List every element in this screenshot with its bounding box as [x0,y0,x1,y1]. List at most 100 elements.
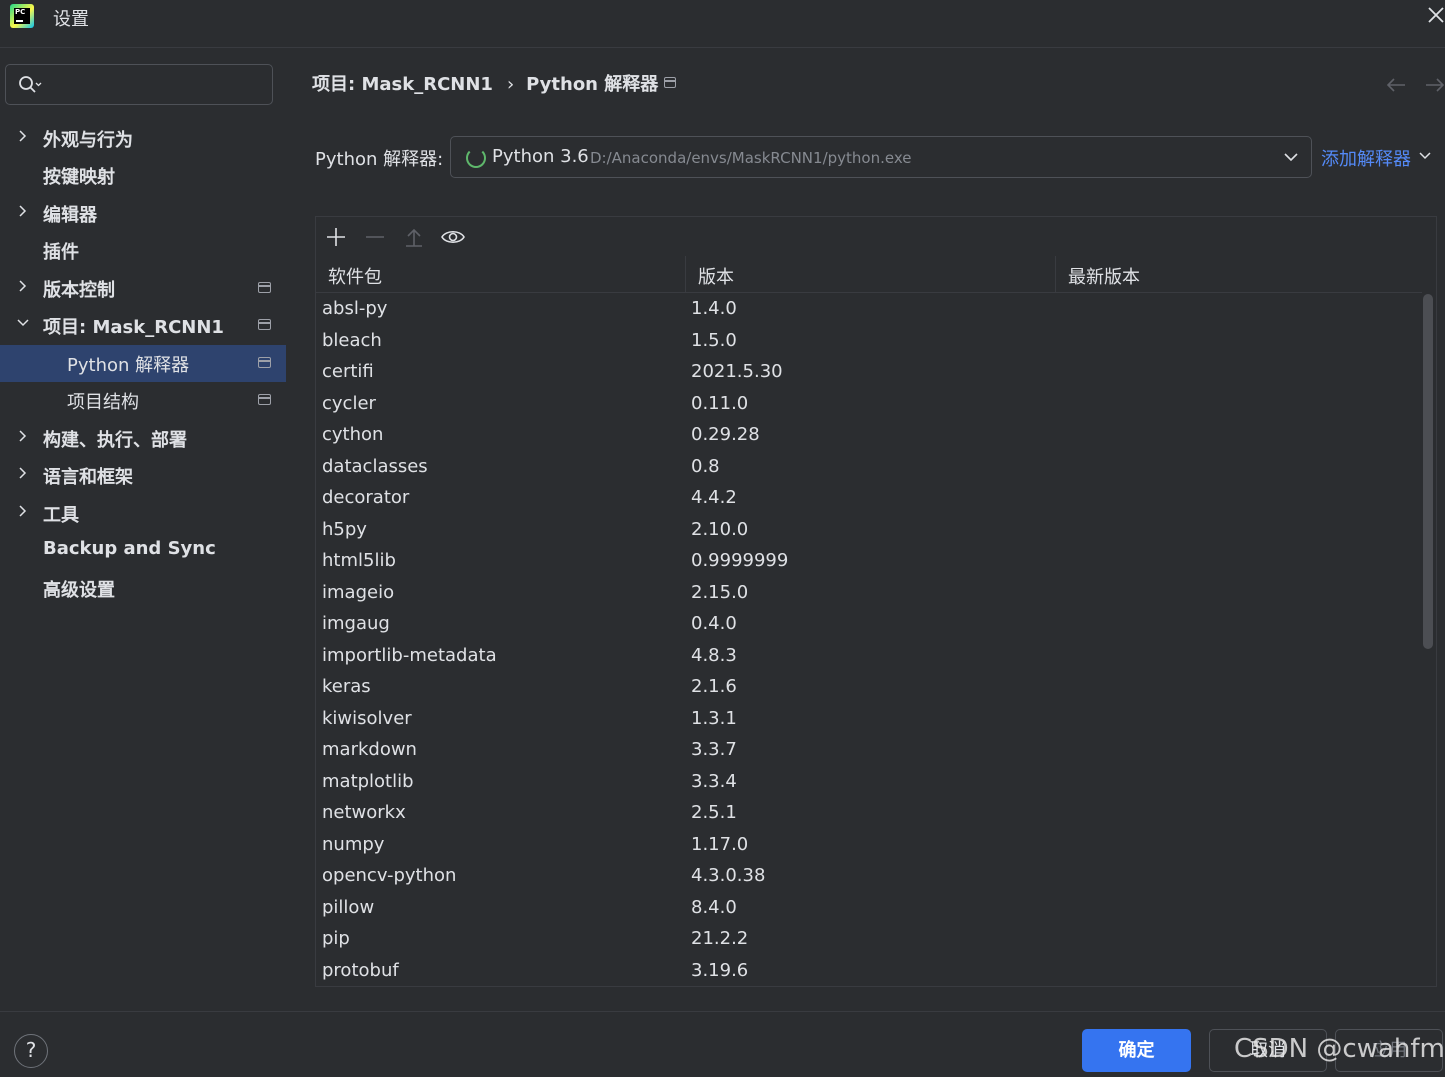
sidebar-item-version-control[interactable]: 版本控制 [0,270,286,307]
package-name-cell: pillow [322,896,375,918]
sidebar-item-project[interactable]: 项目: Mask_RCNN1 [0,307,286,344]
chevron-right-icon[interactable] [16,278,30,294]
sidebar-item-keymap[interactable]: 按键映射 [0,157,286,194]
upgrade-package-icon[interactable] [402,225,426,249]
add-interpreter-link[interactable]: 添加解释器 [1321,145,1411,171]
table-row[interactable]: kiwisolver 1.3.1 [316,704,1420,736]
footer-divider [0,1011,1445,1012]
column-header-latest-version[interactable]: 最新版本 [1056,256,1422,293]
sidebar-item-label: 按键映射 [43,167,115,188]
package-name-cell: keras [322,676,371,697]
table-row[interactable]: h5py 2.10.0 [316,515,1420,547]
forward-arrow-icon[interactable] [1424,74,1445,96]
table-row[interactable]: certifi 2021.5.30 [316,357,1420,389]
package-name-cell: cython [322,424,384,445]
sidebar-item-project-structure[interactable]: 项目结构 [0,382,286,419]
sidebar-item-label: Python 解释器 [67,355,190,376]
package-name-cell: html5lib [322,550,396,571]
package-version-cell: 0.29.28 [691,424,760,445]
sidebar-item-build-execution-deployment[interactable]: 构建、执行、部署 [0,420,286,457]
table-row[interactable]: pillow 8.4.0 [316,893,1420,925]
interpreter-select[interactable]: Python 3.6 D:/Anaconda/envs/MaskRCNN1/py… [450,136,1312,178]
table-row[interactable]: dataclasses 0.8 [316,452,1420,484]
project-scope-icon [258,282,271,293]
sidebar-item-editor[interactable]: 编辑器 [0,195,286,232]
remove-package-icon[interactable] [363,225,387,249]
chevron-right-icon[interactable] [16,128,30,144]
sidebar-item-tools[interactable]: 工具 [0,495,286,532]
table-row[interactable]: markdown 3.3.7 [316,735,1420,767]
close-icon[interactable] [1427,4,1445,28]
packages-panel: 软件包 版本 最新版本 absl-py 1.4.0 bleach 1.5.0 certi… [315,216,1437,987]
package-version-cell: 1.5.0 [691,329,737,351]
column-header-version[interactable]: 版本 [686,256,1056,293]
chevron-down-icon[interactable] [16,315,30,331]
package-name-cell: networkx [322,802,406,823]
sidebar-item-backup-and-sync[interactable]: Backup and Sync [0,532,286,569]
package-name-cell: matplotlib [322,770,414,792]
table-row[interactable]: keras 2.1.6 [316,672,1420,704]
package-name-cell: importlib-metadata [322,644,497,666]
package-version-cell: 21.2.2 [691,928,749,949]
table-row[interactable]: matplotlib 3.3.4 [316,767,1420,799]
sidebar-item-label: 项目: Mask_RCNN1 [43,317,224,338]
package-version-cell: 3.3.4 [691,770,737,792]
table-scrollbar[interactable] [1423,294,1433,649]
sidebar-item-label: 编辑器 [43,205,97,226]
package-version-cell: 1.4.0 [691,298,737,319]
package-version-cell: 0.4.0 [691,613,737,634]
table-row[interactable]: networkx 2.5.1 [316,798,1420,830]
chevron-right-icon[interactable] [16,428,30,444]
settings-search-input[interactable] [5,64,273,105]
search-icon [19,76,42,93]
project-scope-icon [664,77,676,88]
table-row[interactable]: importlib-metadata 4.8.3 [316,641,1420,673]
table-row[interactable]: cython 0.29.28 [316,420,1420,452]
sidebar-item-label: 外观与行为 [43,130,133,151]
package-name-cell: bleach [322,329,382,351]
package-version-cell: 1.17.0 [691,833,749,855]
sidebar-item-appearance[interactable]: 外观与行为 [0,120,286,157]
table-row[interactable]: protobuf 3.19.6 [316,956,1420,987]
sidebar-item-label: 项目结构 [67,392,139,413]
sidebar-item-python-interpreter[interactable]: Python 解释器 [0,345,286,382]
sidebar-item-advanced-settings[interactable]: 高级设置 [0,570,286,607]
table-row[interactable]: imgaug 0.4.0 [316,609,1420,641]
package-name-cell: decorator [322,487,410,508]
chevron-down-icon[interactable] [1418,149,1432,163]
sidebar-item-label: 版本控制 [43,280,115,301]
package-version-cell: 4.3.0.38 [691,865,766,886]
chevron-right-icon[interactable] [16,503,30,519]
table-row[interactable]: cycler 0.11.0 [316,389,1420,421]
help-button[interactable]: ? [14,1034,48,1068]
package-version-cell: 3.19.6 [691,959,749,981]
sidebar-item-languages-frameworks[interactable]: 语言和框架 [0,457,286,494]
table-row[interactable]: pip 21.2.2 [316,924,1420,956]
table-row[interactable]: html5lib 0.9999999 [316,546,1420,578]
table-row[interactable]: decorator 4.4.2 [316,483,1420,515]
package-name-cell: kiwisolver [322,707,412,729]
package-version-cell: 0.9999999 [691,550,789,571]
breadcrumb-parent[interactable]: 项目: Mask_RCNN1 [312,70,493,96]
table-row[interactable]: absl-py 1.4.0 [316,294,1420,326]
table-row[interactable]: imageio 2.15.0 [316,578,1420,610]
ok-button[interactable]: 确定 [1082,1029,1191,1072]
table-row[interactable]: opencv-python 4.3.0.38 [316,861,1420,893]
back-arrow-icon[interactable] [1385,74,1407,96]
breadcrumb-current: Python 解释器 [526,74,659,95]
package-name-cell: certifi [322,361,374,382]
sidebar-item-label: 工具 [43,505,79,526]
package-name-cell: opencv-python [322,865,457,886]
window-title: 设置 [53,9,89,30]
show-early-releases-eye-icon[interactable] [441,225,465,249]
sidebar-item-plugins[interactable]: 插件 [0,232,286,269]
table-row[interactable]: numpy 1.17.0 [316,830,1420,862]
package-name-cell: protobuf [322,959,399,981]
chevron-right-icon[interactable] [16,203,30,219]
table-row[interactable]: bleach 1.5.0 [316,326,1420,358]
sidebar-item-label: 构建、执行、部署 [43,430,187,451]
package-version-cell: 2.15.0 [691,581,749,603]
column-header-package[interactable]: 软件包 [316,256,686,293]
add-package-icon[interactable] [324,225,348,249]
chevron-right-icon[interactable] [16,465,30,481]
